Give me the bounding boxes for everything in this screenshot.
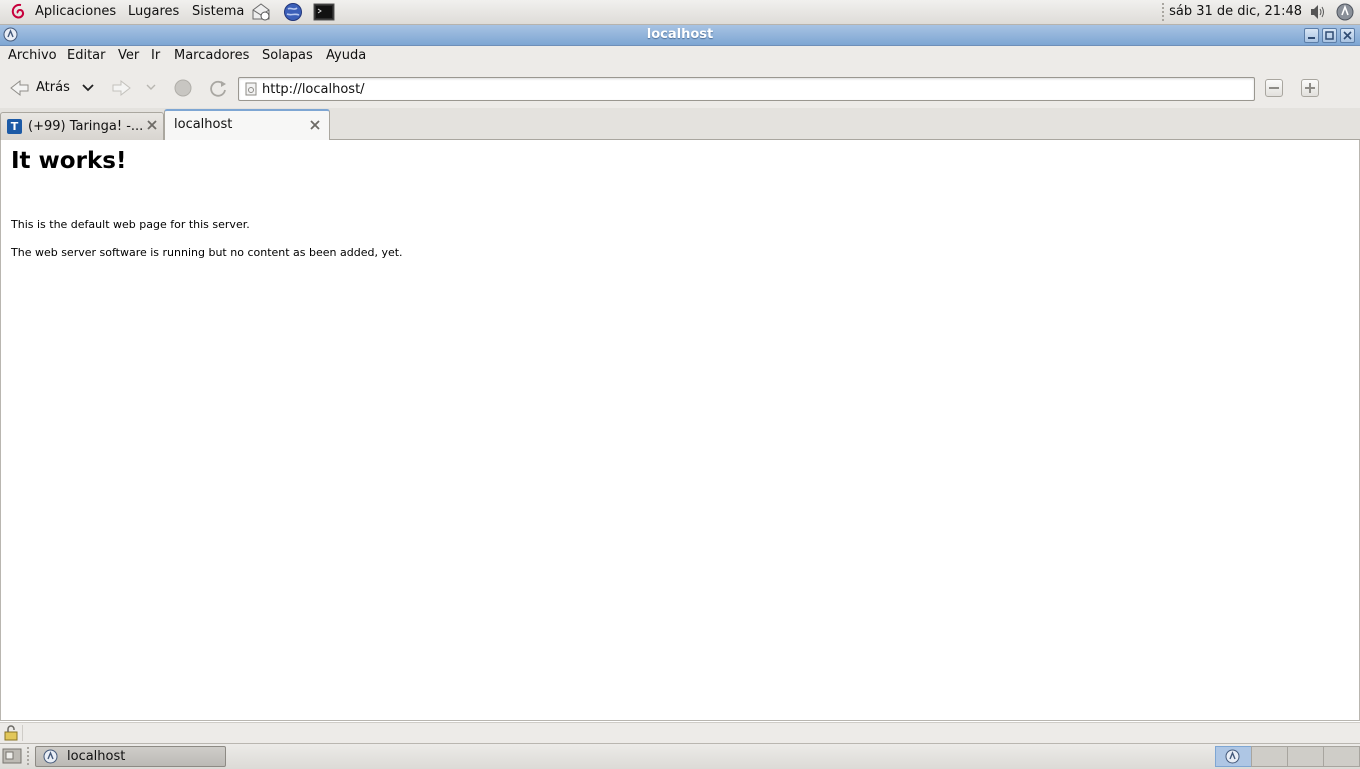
window-titlebar[interactable]: localhost (0, 25, 1360, 46)
volume-icon[interactable] (1308, 2, 1328, 22)
taringa-favicon-icon: T (7, 119, 22, 134)
tab-strip: T (+99) Taringa! -... localhost (0, 108, 1360, 142)
mail-icon[interactable] (250, 2, 272, 22)
back-button[interactable]: Atrás (36, 80, 70, 95)
status-bar (0, 722, 1360, 743)
workspace-4[interactable] (1323, 746, 1360, 767)
forward-arrow-icon[interactable] (109, 78, 133, 98)
tab-label: (+99) Taringa! -... (28, 119, 144, 134)
url-bar[interactable] (238, 77, 1255, 101)
maximize-button[interactable] (1322, 28, 1337, 43)
close-button[interactable] (1340, 28, 1355, 43)
menu-marcadores[interactable]: Marcadores (174, 48, 249, 63)
system-menu[interactable]: Sistema (192, 4, 244, 19)
menu-solapas[interactable]: Solapas (262, 48, 313, 63)
window-title: localhost (646, 27, 714, 42)
tab-taringa[interactable]: T (+99) Taringa! -... (0, 112, 164, 140)
panel-separator (1162, 3, 1164, 21)
zoom-out-button[interactable] (1265, 79, 1283, 97)
clock[interactable]: sáb 31 de dic, 21:48 (1169, 4, 1302, 19)
menu-ir[interactable]: Ir (151, 48, 160, 63)
bottom-panel: localhost (0, 743, 1360, 769)
zoom-in-icon (1305, 83, 1315, 93)
reload-icon[interactable] (207, 77, 229, 99)
url-input[interactable] (262, 80, 1222, 98)
minimize-icon (1308, 37, 1315, 39)
menu-editar[interactable]: Editar (67, 48, 106, 63)
menu-bar: Archivo Editar Ver Ir Marcadores Solapas… (0, 46, 1360, 68)
workspace-3[interactable] (1287, 746, 1324, 767)
network-icon[interactable] (1335, 2, 1355, 22)
taskbar-window-label: localhost (67, 749, 126, 764)
workspace-2[interactable] (1251, 746, 1288, 767)
terminal-icon[interactable] (313, 2, 335, 22)
top-panel: Aplicaciones Lugares Sistema sáb 31 de d… (0, 0, 1360, 25)
panel-separator (27, 747, 29, 765)
workspace-1[interactable] (1215, 746, 1252, 767)
applications-menu[interactable]: Aplicaciones (35, 4, 116, 19)
navigation-toolbar: Atrás (0, 68, 1360, 109)
page-paragraph: This is the default web page for this se… (11, 218, 250, 231)
menu-ver[interactable]: Ver (118, 48, 139, 63)
security-lock-icon[interactable] (3, 725, 19, 741)
show-desktop-icon[interactable] (2, 747, 22, 765)
tab-close-icon[interactable] (309, 119, 321, 131)
stop-icon[interactable] (173, 78, 193, 98)
debian-logo-icon[interactable] (9, 2, 29, 22)
page-info-icon[interactable] (244, 82, 258, 96)
tab-localhost[interactable]: localhost (164, 109, 330, 142)
web-browser-icon[interactable] (282, 2, 304, 22)
back-history-chevron-icon[interactable] (81, 82, 95, 94)
tab-close-icon[interactable] (146, 119, 158, 131)
minimize-button[interactable] (1304, 28, 1319, 43)
places-menu[interactable]: Lugares (128, 4, 179, 19)
close-icon (1343, 31, 1352, 40)
status-divider (22, 725, 23, 741)
zoom-in-button[interactable] (1301, 79, 1319, 97)
back-arrow-icon[interactable] (8, 78, 32, 98)
browser-window-icon (43, 749, 58, 764)
maximize-icon (1325, 31, 1334, 40)
page-content: It works! This is the default web page f… (0, 140, 1360, 721)
menu-archivo[interactable]: Archivo (8, 48, 57, 63)
zoom-out-icon (1269, 87, 1279, 89)
workspace-window-icon (1225, 749, 1240, 764)
menu-ayuda[interactable]: Ayuda (326, 48, 366, 63)
tab-label: localhost (174, 117, 233, 132)
page-paragraph: The web server software is running but n… (11, 246, 403, 259)
page-heading: It works! (11, 148, 127, 174)
taskbar-window-button[interactable]: localhost (35, 746, 226, 767)
forward-history-chevron-icon[interactable] (145, 82, 157, 94)
